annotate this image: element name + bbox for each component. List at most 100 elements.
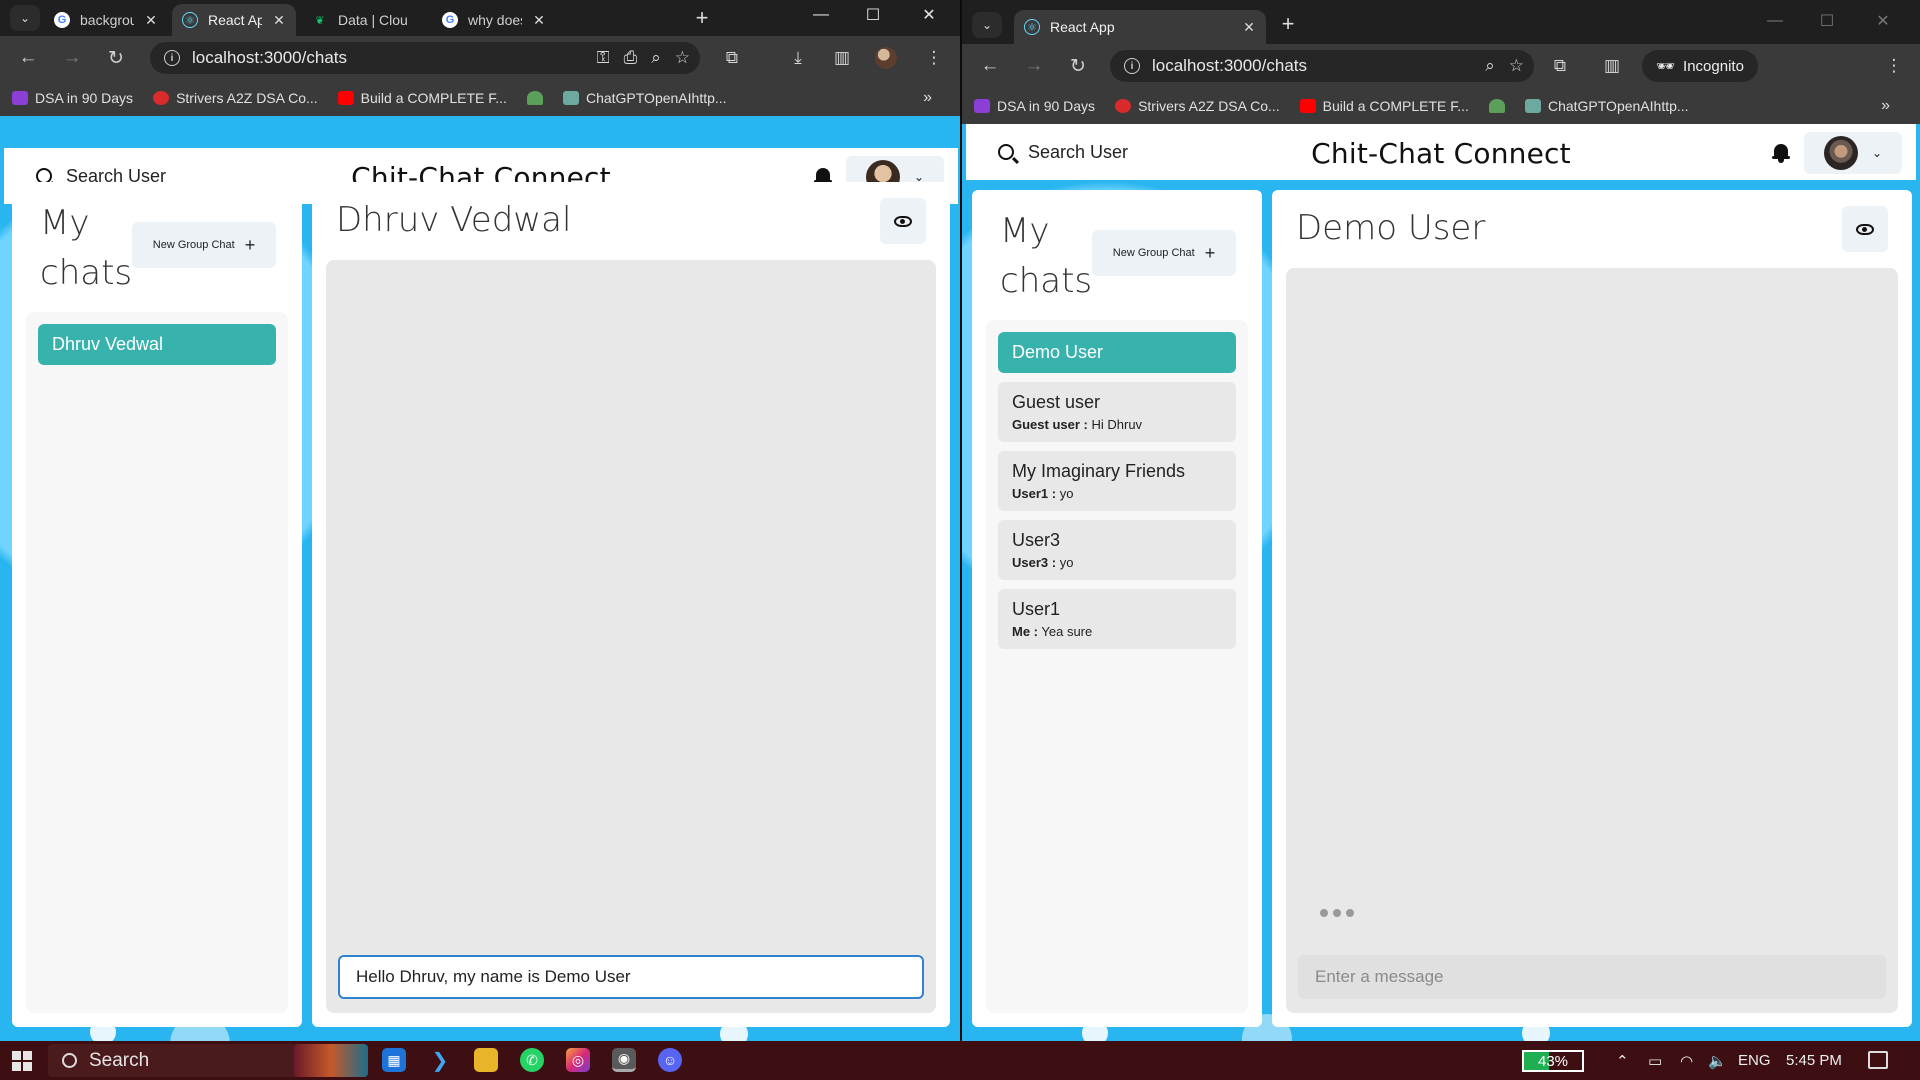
bookmark-green[interactable] (526, 91, 543, 105)
bookmark-icon (12, 91, 28, 105)
bookmark-strivers[interactable]: Strivers A2Z DSA Co... (1115, 98, 1280, 114)
bookmark-dsa[interactable]: DSA in 90 Days (12, 90, 133, 106)
reload-icon[interactable]: ↻ (102, 44, 130, 72)
url-text[interactable]: localhost:3000/chats (1152, 56, 1307, 76)
list-item[interactable]: Guest user Guest user : Hi Dhruv (998, 382, 1236, 442)
volume-icon[interactable]: 🔈 (1708, 1041, 1727, 1080)
tray-chevron-up-icon[interactable]: ⌃ (1616, 1041, 1629, 1080)
message-input[interactable]: Enter a message (1298, 955, 1886, 999)
minimize-icon[interactable]: — (1752, 6, 1798, 36)
tab-close-icon[interactable]: ✕ (272, 12, 286, 29)
forward-icon[interactable]: → (58, 44, 86, 72)
language-indicator[interactable]: ENG (1738, 1041, 1771, 1080)
bookmark-star-icon[interactable]: ☆ (1509, 56, 1524, 76)
tab-data-cloud[interactable]: ❦ Data | Clou (302, 4, 426, 36)
search-highlight-image (294, 1044, 368, 1077)
menu-kebab-icon[interactable]: ⋮ (920, 44, 948, 72)
chat-box-panel: Demo User Enter a message (1272, 190, 1912, 1027)
view-profile-button[interactable] (1842, 206, 1888, 252)
battery-indicator[interactable]: 43% (1522, 1050, 1584, 1072)
notification-center-icon[interactable] (1868, 1051, 1888, 1069)
tab-search-button[interactable]: ⌄ (10, 5, 40, 31)
minimize-icon[interactable]: — (798, 0, 844, 30)
new-tab-icon[interactable]: + (688, 4, 716, 32)
new-group-chat-button[interactable]: New Group Chat + (132, 222, 276, 268)
zoom-icon[interactable]: ⌕ (1485, 56, 1495, 76)
whatsapp-icon[interactable]: ✆ (520, 1048, 544, 1072)
incognito-indicator[interactable]: 🕶 Incognito (1642, 50, 1758, 82)
extensions-icon[interactable]: ⧉ (718, 44, 746, 72)
address-bar[interactable]: i localhost:3000/chats ⚿ ⎙ ⌕ ☆ (150, 42, 700, 74)
messages-area: Enter a message (1286, 268, 1898, 1013)
url-text[interactable]: localhost:3000/chats (192, 48, 347, 68)
list-item[interactable]: My Imaginary Friends User1 : yo (998, 451, 1236, 511)
more-bookmarks-icon[interactable]: » (923, 89, 932, 107)
extensions-icon[interactable]: ⧉ (1546, 52, 1574, 80)
maximize-icon[interactable]: ☐ (850, 0, 896, 30)
tab-why-does[interactable]: G why does ✕ (432, 4, 556, 36)
back-icon[interactable]: ← (976, 52, 1004, 80)
bookmark-chatgpt[interactable]: ChatGPTOpenAIhttp... (1524, 98, 1689, 114)
discord-icon[interactable]: ☺ (658, 1048, 682, 1072)
bookmark-dsa[interactable]: DSA in 90 Days (974, 98, 1095, 114)
close-window-icon[interactable]: ✕ (906, 0, 952, 30)
instagram-icon[interactable]: ◎ (566, 1048, 590, 1072)
messages-area: Hello Dhruv, my name is Demo User (326, 260, 936, 1013)
tab-background[interactable]: G backgroun ✕ (44, 4, 168, 36)
bookmark-green[interactable] (1488, 99, 1505, 113)
bookmark-youtube[interactable]: Build a COMPLETE F... (1299, 98, 1469, 114)
tab-react-app[interactable]: ⚛ React App ✕ (1014, 10, 1266, 44)
tab-react-app[interactable]: ⚛ React App ✕ (172, 4, 296, 36)
list-item[interactable]: Demo User (998, 332, 1236, 373)
left-browser-window: ⌄ G backgroun ✕ ⚛ React App ✕ ❦ Data | C… (0, 0, 962, 1041)
list-item[interactable]: Dhruv Vedwal (38, 324, 276, 365)
bookmark-youtube[interactable]: Build a COMPLETE F... (337, 90, 507, 106)
side-panel-icon[interactable]: ▥ (1598, 52, 1626, 80)
maximize-icon[interactable]: ☐ (1804, 6, 1850, 36)
reload-icon[interactable]: ↻ (1064, 52, 1092, 80)
new-tab-icon[interactable]: + (1274, 10, 1302, 38)
chrome-icon[interactable]: ◉ (612, 1048, 636, 1072)
list-item[interactable]: User3 User3 : yo (998, 520, 1236, 580)
address-bar[interactable]: i localhost:3000/chats ⌕ ☆ (1110, 50, 1534, 82)
tab-search-button[interactable]: ⌄ (972, 12, 1002, 38)
vscode-icon[interactable]: ❯ (428, 1048, 452, 1072)
calculator-app-icon[interactable]: ▦ (382, 1048, 406, 1072)
password-key-icon[interactable]: ⚿ (597, 48, 610, 68)
bookmark-strivers[interactable]: Strivers A2Z DSA Co... (153, 90, 318, 106)
windows-start-icon[interactable] (12, 1051, 32, 1071)
view-profile-button[interactable] (880, 198, 926, 244)
bookmark-chatgpt[interactable]: ChatGPTOpenAIhttp... (562, 90, 727, 106)
profile-avatar-icon[interactable] (872, 44, 900, 72)
list-item[interactable]: User1 Me : Yea sure (998, 589, 1236, 649)
file-explorer-icon[interactable] (474, 1048, 498, 1072)
zoom-icon[interactable]: ⌕ (651, 48, 661, 68)
right-browser-window-incognito: ⌄ ⚛ React App ✕ + — ☐ ✕ ← → ↻ i localhos… (962, 0, 1920, 1041)
react-icon: ⚛ (182, 12, 198, 28)
wifi-icon[interactable]: ◠ (1680, 1041, 1693, 1080)
notification-bell-icon[interactable] (1772, 142, 1790, 163)
install-app-icon[interactable]: ⎙ (624, 48, 638, 68)
menu-kebab-icon[interactable]: ⋮ (1880, 52, 1908, 80)
app-header: Search User Chit-Chat Connect ⌄ (966, 124, 1916, 180)
close-window-icon[interactable]: ✕ (1860, 6, 1906, 36)
side-panel-icon[interactable]: ▥ (828, 44, 856, 72)
tab-close-icon[interactable]: ✕ (144, 12, 158, 29)
clock[interactable]: 5:45 PM (1786, 1041, 1842, 1080)
more-bookmarks-icon[interactable]: » (1881, 97, 1890, 115)
browser-toolbar: ← → ↻ i localhost:3000/chats ⚿ ⎙ ⌕ ☆ ⧉ ⤓… (0, 36, 962, 80)
site-info-icon[interactable]: i (1124, 58, 1140, 74)
download-icon[interactable]: ⤓ (784, 44, 812, 72)
profile-menu-button[interactable]: ⌄ (1804, 132, 1902, 174)
bookmark-star-icon[interactable]: ☆ (675, 48, 690, 68)
forward-icon[interactable]: → (1020, 52, 1048, 80)
tab-close-icon[interactable]: ✕ (532, 12, 546, 29)
message-input[interactable]: Hello Dhruv, my name is Demo User (338, 955, 924, 999)
battery-icon[interactable]: ▭ (1648, 1041, 1662, 1080)
back-icon[interactable]: ← (14, 44, 42, 72)
google-icon: G (442, 12, 458, 28)
new-group-chat-button[interactable]: New Group Chat + (1092, 230, 1236, 276)
tab-close-icon[interactable]: ✕ (1242, 19, 1256, 36)
tab-strip: ⌄ G backgroun ✕ ⚛ React App ✕ ❦ Data | C… (0, 0, 962, 36)
site-info-icon[interactable]: i (164, 50, 180, 66)
